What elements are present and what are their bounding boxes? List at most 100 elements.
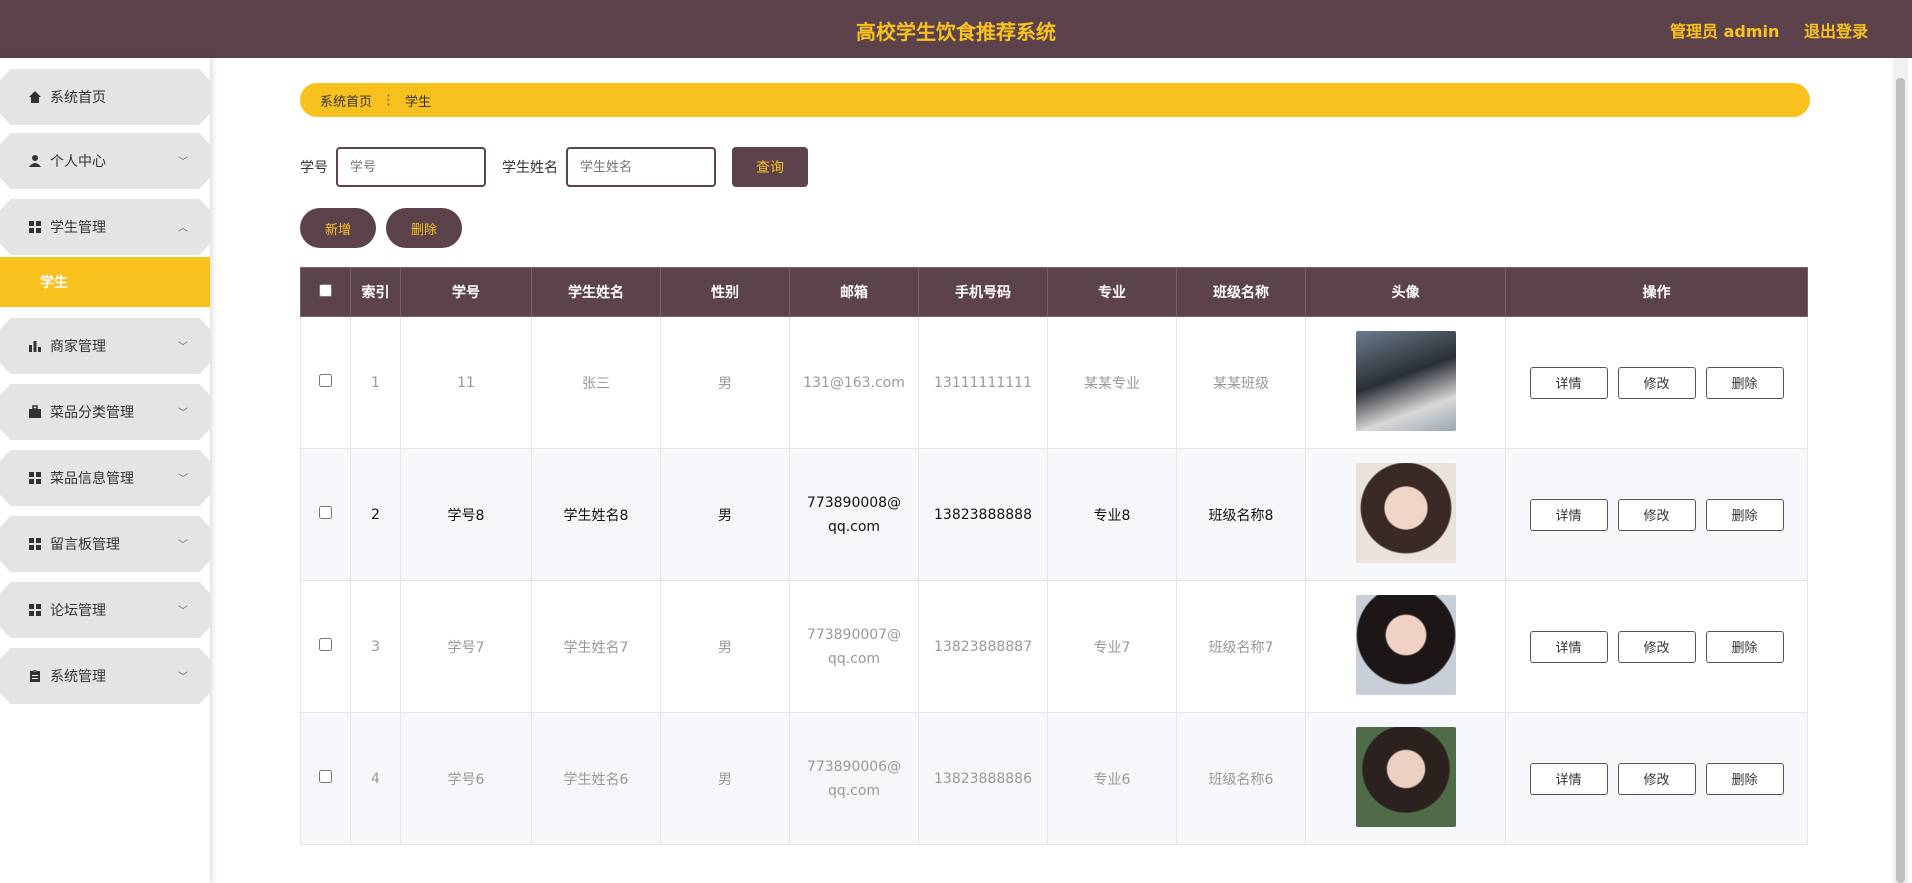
student-table: 索引 学号 学生姓名 性别 邮箱 手机号码 专业 班级名称 头像 操作 1 11… — [300, 267, 1808, 845]
sidebar-item-message-board[interactable]: 留言板管理 ﹀ — [0, 516, 210, 572]
breadcrumb-separator-icon: ⋮ — [382, 92, 396, 108]
chevron-down-icon: ﹀ — [178, 408, 188, 419]
row-checkbox[interactable] — [319, 770, 332, 783]
student-name-input[interactable] — [566, 147, 716, 187]
home-icon — [28, 90, 42, 104]
scrollbar-thumb[interactable] — [1896, 78, 1905, 883]
cell-index: 2 — [350, 448, 401, 581]
row-checkbox[interactable] — [319, 638, 332, 651]
add-button[interactable]: 新增 — [300, 208, 376, 248]
sidebar-item-home[interactable]: 系统首页 — [0, 69, 210, 125]
sidebar-item-dish-info[interactable]: 菜品信息管理 ﹀ — [0, 450, 210, 506]
avatar — [1355, 330, 1456, 431]
cell-student-id: 学号6 — [400, 712, 532, 845]
sidebar: 系统首页 个人中心 ﹀ 学生管理 ︿ 学生 商家管理 ﹀ 菜品分类管理 ﹀ 菜品… — [0, 58, 210, 883]
cell-gender: 男 — [660, 316, 790, 449]
edit-button[interactable]: 修改 — [1617, 762, 1696, 795]
detail-button[interactable]: 详情 — [1529, 630, 1608, 663]
sidebar-item-label: 菜品信息管理 — [50, 471, 134, 487]
cell-student-id: 学号8 — [400, 448, 532, 581]
sidebar-subitem-student[interactable]: 学生 — [0, 257, 210, 307]
row-delete-button[interactable]: 删除 — [1705, 762, 1784, 795]
cell-index: 1 — [350, 316, 401, 449]
sidebar-item-profile[interactable]: 个人中心 ﹀ — [0, 133, 210, 189]
cell-major: 专业7 — [1047, 580, 1177, 713]
sidebar-item-label: 个人中心 — [50, 154, 106, 170]
detail-button[interactable]: 详情 — [1529, 762, 1608, 795]
top-bar: 高校学生饮食推荐系统 管理员 admin 退出登录 — [0, 0, 1912, 58]
sidebar-item-label: 留言板管理 — [50, 537, 120, 553]
row-delete-button[interactable]: 删除 — [1705, 366, 1784, 399]
chevron-down-icon: ﹀ — [178, 540, 188, 551]
select-all-cell — [300, 267, 351, 317]
breadcrumb: 系统首页 ⋮ 学生 — [300, 83, 1810, 117]
table-row: 4 学号6 学生姓名6 男 773890006@qq.com 138238888… — [300, 712, 1808, 845]
cell-student-id: 学号7 — [400, 580, 532, 713]
detail-button[interactable]: 详情 — [1529, 366, 1608, 399]
column-header: 头像 — [1305, 267, 1506, 317]
cell-student-name: 学生姓名7 — [531, 580, 661, 713]
table-row: 3 学号7 学生姓名7 男 773890007@qq.com 138238888… — [300, 580, 1808, 713]
edit-button[interactable]: 修改 — [1617, 630, 1696, 663]
sidebar-item-dish-categories[interactable]: 菜品分类管理 ﹀ — [0, 384, 210, 440]
cell-email: 773890007@qq.com — [789, 580, 919, 713]
grid-icon — [28, 603, 42, 617]
column-header: 学生姓名 — [531, 267, 661, 317]
sidebar-item-label: 菜品分类管理 — [50, 405, 134, 421]
sidebar-item-system[interactable]: 系统管理 ﹀ — [0, 648, 210, 704]
table-row: 2 学号8 学生姓名8 男 773890008@qq.com 138238888… — [300, 448, 1808, 581]
sidebar-item-label: 系统管理 — [50, 669, 106, 685]
cell-major: 某某专业 — [1047, 316, 1177, 449]
sidebar-item-forum[interactable]: 论坛管理 ﹀ — [0, 582, 210, 638]
column-header: 邮箱 — [789, 267, 919, 317]
column-header: 索引 — [350, 267, 401, 317]
edit-button[interactable]: 修改 — [1617, 366, 1696, 399]
breadcrumb-current: 学生 — [405, 94, 432, 110]
chevron-down-icon: ﹀ — [178, 672, 188, 683]
user-icon — [28, 154, 42, 168]
cell-index: 3 — [350, 580, 401, 713]
sidebar-item-label: 学生管理 — [50, 220, 106, 236]
breadcrumb-home[interactable]: 系统首页 — [320, 91, 372, 110]
chevron-down-icon: ﹀ — [178, 342, 188, 353]
cell-student-name: 学生姓名8 — [531, 448, 661, 581]
cell-student-name: 学生姓名6 — [531, 712, 661, 845]
cell-major: 专业8 — [1047, 448, 1177, 581]
chevron-up-icon: ︿ — [178, 223, 188, 234]
clipboard-icon — [28, 669, 42, 683]
cell-phone: 13111111111 — [918, 316, 1048, 449]
cell-student-id: 11 — [400, 316, 532, 449]
table-row: 1 11 张三 男 131@163.com 13111111111 某某专业 某… — [300, 316, 1808, 449]
cell-class: 班级名称7 — [1176, 580, 1306, 713]
row-checkbox[interactable] — [319, 506, 332, 519]
cell-gender: 男 — [660, 448, 790, 581]
page-scrollbar[interactable] — [1893, 58, 1908, 883]
delete-button[interactable]: 删除 — [386, 208, 462, 248]
cell-email: 773890008@qq.com — [789, 448, 919, 581]
app-title: 高校学生饮食推荐系统 — [856, 20, 1056, 44]
row-checkbox[interactable] — [319, 374, 332, 387]
cell-index: 4 — [350, 712, 401, 845]
sidebar-item-merchants[interactable]: 商家管理 ﹀ — [0, 318, 210, 374]
row-delete-button[interactable]: 删除 — [1705, 630, 1784, 663]
cell-email: 773890006@qq.com — [789, 712, 919, 845]
edit-button[interactable]: 修改 — [1617, 498, 1696, 531]
row-delete-button[interactable]: 删除 — [1705, 498, 1784, 531]
sidebar-item-students[interactable]: 学生管理 ︿ — [0, 199, 210, 255]
select-all-checkbox[interactable] — [319, 283, 332, 297]
sidebar-item-label: 系统首页 — [50, 90, 106, 106]
query-button[interactable]: 查询 — [732, 147, 808, 187]
column-header: 班级名称 — [1176, 267, 1306, 317]
briefcase-icon — [28, 405, 42, 419]
search-form: 学号 学生姓名 查询 — [300, 147, 808, 187]
cell-phone: 13823888887 — [918, 580, 1048, 713]
student-id-input[interactable] — [336, 147, 486, 187]
cell-gender: 男 — [660, 580, 790, 713]
grid-icon — [28, 537, 42, 551]
column-header: 操作 — [1505, 267, 1808, 317]
chevron-down-icon: ﹀ — [178, 474, 188, 485]
avatar — [1355, 726, 1456, 827]
column-header: 学号 — [400, 267, 532, 317]
detail-button[interactable]: 详情 — [1529, 498, 1608, 531]
logout-link[interactable]: 退出登录 — [1804, 18, 1868, 42]
